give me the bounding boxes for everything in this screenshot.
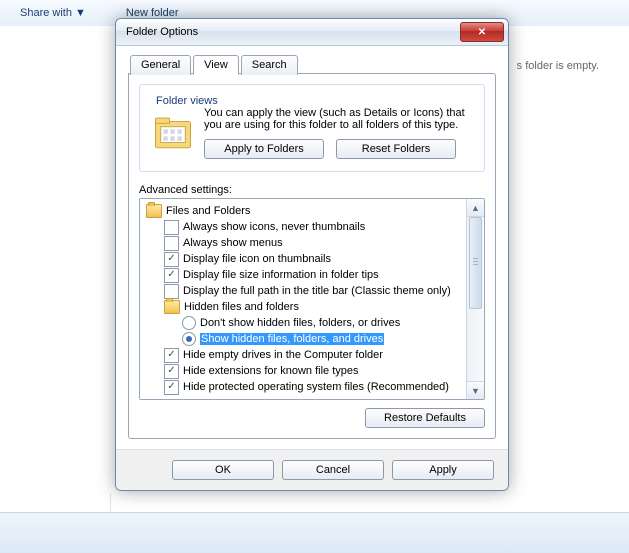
chevron-up-icon: ▲ [471, 203, 480, 213]
tab-view[interactable]: View [193, 55, 239, 75]
opt-display-file-icon[interactable]: Display file icon on thumbnails [142, 251, 464, 267]
restore-defaults-button[interactable]: Restore Defaults [365, 408, 485, 428]
folder-views-title: Folder views [152, 95, 222, 107]
dialog-title: Folder Options [126, 26, 460, 38]
checkbox-icon [164, 236, 179, 251]
folder-icon [164, 300, 180, 314]
opt-display-file-size[interactable]: Display file size information in folder … [142, 267, 464, 283]
advanced-settings-tree: Files and Folders Always show icons, nev… [139, 198, 485, 400]
checkbox-icon [164, 364, 179, 379]
scroll-thumb[interactable] [469, 217, 482, 309]
checkbox-icon [164, 348, 179, 363]
scroll-up-button[interactable]: ▲ [467, 199, 484, 217]
checkbox-icon [164, 268, 179, 283]
opt-dont-show-hidden[interactable]: Don't show hidden files, folders, or dri… [142, 315, 464, 331]
opt-display-full-path[interactable]: Display the full path in the title bar (… [142, 283, 464, 299]
tab-general[interactable]: General [130, 55, 191, 75]
radio-icon [182, 332, 196, 346]
folder-views-group: Folder views You can apply the view (suc… [139, 84, 485, 172]
reset-folders-button[interactable]: Reset Folders [336, 139, 456, 159]
opt-always-show-menus[interactable]: Always show menus [142, 235, 464, 251]
tree-root-files-folders[interactable]: Files and Folders [142, 203, 464, 219]
dialog-button-row: OK Cancel Apply [116, 449, 508, 490]
opt-always-show-icons[interactable]: Always show icons, never thumbnails [142, 219, 464, 235]
checkbox-icon [164, 380, 179, 395]
cancel-button[interactable]: Cancel [282, 460, 384, 480]
opt-show-hidden[interactable]: Show hidden files, folders, and drives [142, 331, 464, 347]
tab-search[interactable]: Search [241, 55, 298, 75]
radio-icon [182, 316, 196, 330]
explorer-navpane [0, 26, 111, 553]
explorer-statusbar [0, 512, 629, 553]
checkbox-icon [164, 252, 179, 267]
folder-views-icon [152, 111, 194, 153]
close-icon: ✕ [478, 27, 486, 38]
advanced-settings-label: Advanced settings: [139, 184, 485, 196]
view-tab-panel: Folder views You can apply the view (suc… [128, 73, 496, 439]
apply-button[interactable]: Apply [392, 460, 494, 480]
checkbox-icon [164, 220, 179, 235]
empty-folder-text: s folder is empty. [517, 60, 599, 72]
close-button[interactable]: ✕ [460, 22, 504, 42]
opt-hide-extensions[interactable]: Hide extensions for known file types [142, 363, 464, 379]
tree-scrollbar[interactable]: ▲ ▼ [466, 199, 484, 399]
folder-views-text: You can apply the view (such as Details … [204, 107, 472, 131]
tree-hidden-files[interactable]: Hidden files and folders [142, 299, 464, 315]
tab-strip: General View Search [130, 54, 496, 74]
apply-to-folders-button[interactable]: Apply to Folders [204, 139, 324, 159]
share-with-menu[interactable]: Share with ▼ [20, 7, 86, 19]
folder-options-dialog: Folder Options ✕ General View Search Fol… [115, 18, 509, 491]
chevron-down-icon: ▼ [471, 386, 480, 396]
folder-icon [146, 204, 162, 218]
opt-hide-empty-drives[interactable]: Hide empty drives in the Computer folder [142, 347, 464, 363]
ok-button[interactable]: OK [172, 460, 274, 480]
dialog-titlebar[interactable]: Folder Options ✕ [116, 19, 508, 46]
checkbox-icon [164, 284, 179, 299]
opt-hide-protected-os[interactable]: Hide protected operating system files (R… [142, 379, 464, 395]
scroll-down-button[interactable]: ▼ [467, 381, 484, 399]
